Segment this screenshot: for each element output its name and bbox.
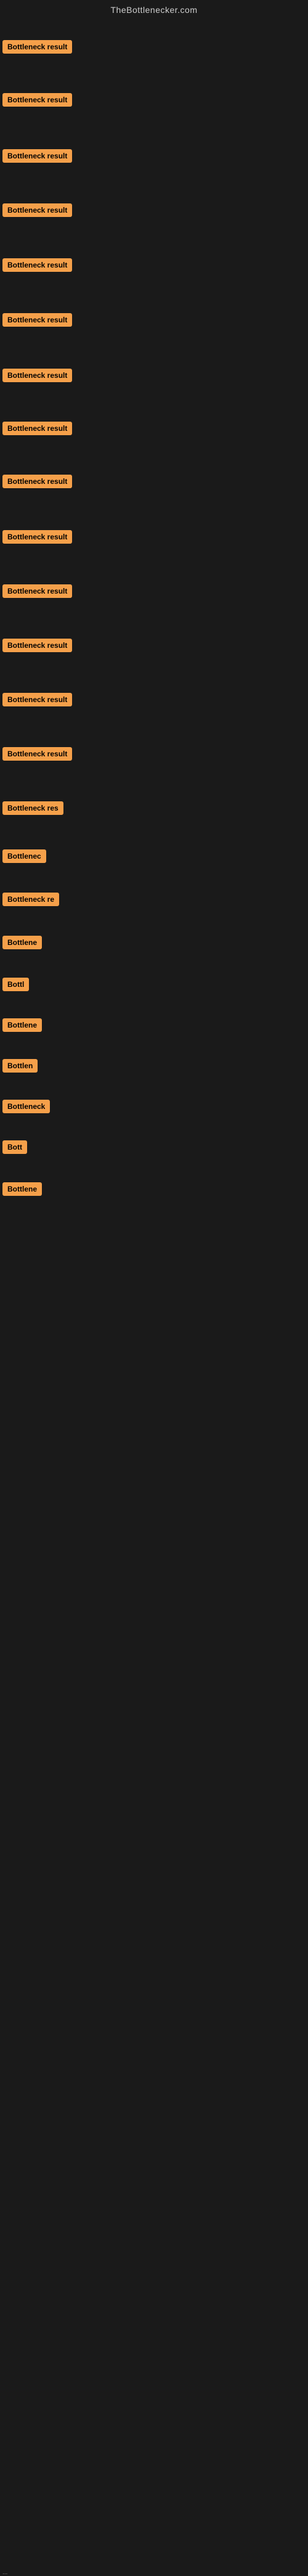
site-title: TheBottlenecker.com <box>110 5 197 15</box>
items-container: Bottleneck result Bottleneck result Bottle… <box>0 17 308 1250</box>
bottleneck-badge-5: Bottleneck result <box>2 313 72 327</box>
bottleneck-badge-22: Bott <box>2 1140 27 1154</box>
bottleneck-item-14: Bottleneck res <box>2 801 63 818</box>
bottleneck-badge-12: Bottleneck result <box>2 693 72 706</box>
bottleneck-badge-0: Bottleneck result <box>2 40 72 54</box>
bottleneck-item-12: Bottleneck result <box>2 693 72 709</box>
bottom-section: ... <box>0 1275 308 2014</box>
bottleneck-item-11: Bottleneck result <box>2 639 72 655</box>
bottleneck-item-5: Bottleneck result <box>2 313 72 330</box>
bottleneck-item-8: Bottleneck result <box>2 475 72 491</box>
bottleneck-badge-18: Bottl <box>2 978 29 991</box>
bottleneck-item-0: Bottleneck result <box>2 40 72 57</box>
bottleneck-badge-2: Bottleneck result <box>2 149 72 163</box>
bottleneck-badge-8: Bottleneck result <box>2 475 72 488</box>
bottleneck-item-13: Bottleneck result <box>2 747 72 764</box>
bottleneck-item-3: Bottleneck result <box>2 203 72 220</box>
bottleneck-badge-17: Bottlene <box>2 936 42 949</box>
bottleneck-item-2: Bottleneck result <box>2 149 72 166</box>
site-header: TheBottlenecker.com <box>0 0 308 17</box>
bottleneck-item-22: Bott <box>2 1140 27 1157</box>
bottleneck-badge-13: Bottleneck result <box>2 747 72 761</box>
bottleneck-item-16: Bottleneck re <box>2 893 59 909</box>
bottleneck-item-7: Bottleneck result <box>2 422 72 438</box>
bottleneck-badge-15: Bottlenec <box>2 849 46 863</box>
bottleneck-item-9: Bottleneck result <box>2 530 72 547</box>
bottleneck-badge-9: Bottleneck result <box>2 530 72 544</box>
bottleneck-item-4: Bottleneck result <box>2 258 72 275</box>
small-dot: ... <box>2 2569 7 2576</box>
bottleneck-item-18: Bottl <box>2 978 29 994</box>
bottleneck-item-19: Bottlene <box>2 1018 42 1035</box>
bottleneck-item-15: Bottlenec <box>2 849 46 866</box>
bottleneck-badge-6: Bottleneck result <box>2 369 72 382</box>
bottleneck-item-1: Bottleneck result <box>2 93 72 110</box>
bottleneck-badge-20: Bottlen <box>2 1059 38 1073</box>
bottleneck-item-20: Bottlen <box>2 1059 38 1076</box>
bottleneck-item-17: Bottlene <box>2 936 42 952</box>
bottleneck-badge-10: Bottleneck result <box>2 584 72 598</box>
bottleneck-badge-4: Bottleneck result <box>2 258 72 272</box>
bottleneck-item-10: Bottleneck result <box>2 584 72 601</box>
bottleneck-badge-7: Bottleneck result <box>2 422 72 435</box>
bottleneck-item-23: Bottlene <box>2 1182 42 1199</box>
bottleneck-badge-14: Bottleneck res <box>2 801 63 815</box>
bottleneck-badge-1: Bottleneck result <box>2 93 72 107</box>
bottleneck-badge-11: Bottleneck result <box>2 639 72 652</box>
bottleneck-item-21: Bottleneck <box>2 1100 50 1116</box>
bottleneck-item-6: Bottleneck result <box>2 369 72 385</box>
bottleneck-badge-23: Bottlene <box>2 1182 42 1196</box>
bottleneck-badge-16: Bottleneck re <box>2 893 59 906</box>
bottleneck-badge-19: Bottlene <box>2 1018 42 1032</box>
bottleneck-badge-21: Bottleneck <box>2 1100 50 1113</box>
bottleneck-badge-3: Bottleneck result <box>2 203 72 217</box>
